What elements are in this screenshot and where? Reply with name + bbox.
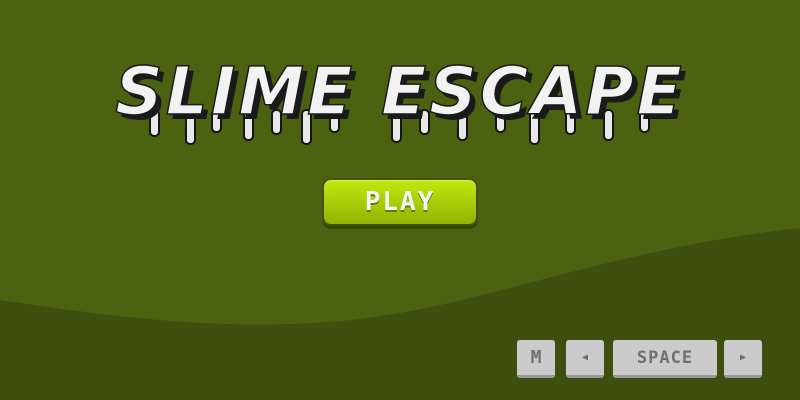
arrow-right-icon: ▶: [739, 352, 747, 363]
space-key-button[interactable]: SPACE: [613, 340, 717, 378]
game-title-logo: SLIME ESCAPE SLIME ESCAPE: [115, 52, 687, 145]
play-button[interactable]: PLAY: [322, 178, 478, 226]
right-key-button[interactable]: ▶: [724, 340, 762, 378]
mute-key-button[interactable]: M: [517, 340, 555, 378]
game-title: SLIME ESCAPE: [115, 53, 684, 130]
game-screen: SLIME ESCAPE SLIME ESCAPE PLAY M ◀ SPACE…: [0, 0, 800, 400]
left-key-button[interactable]: ◀: [566, 340, 604, 378]
play-button-label: PLAY: [364, 187, 436, 217]
mute-key-label: M: [530, 347, 542, 368]
arrow-left-icon: ◀: [581, 352, 589, 363]
space-key-label: SPACE: [636, 347, 694, 368]
